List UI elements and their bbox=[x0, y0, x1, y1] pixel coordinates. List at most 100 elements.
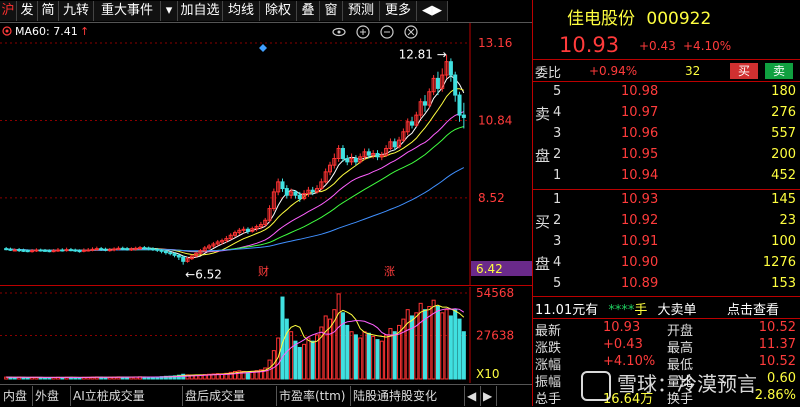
event-marker-finance[interactable]: 财 bbox=[258, 264, 269, 278]
big-order-price: 11.01 bbox=[535, 303, 573, 318]
book-vol: 1276 bbox=[762, 255, 796, 270]
candle-body bbox=[340, 147, 345, 160]
candle-body bbox=[137, 247, 143, 250]
eye-icon[interactable] bbox=[332, 27, 346, 37]
toolbar-item-3[interactable]: 九转 bbox=[59, 1, 94, 21]
volume-bar bbox=[358, 337, 363, 380]
candle-body bbox=[435, 77, 440, 89]
candle-body bbox=[461, 114, 466, 118]
toolbar-item-12[interactable]: 更多 bbox=[380, 1, 417, 21]
indicator-tab-6[interactable]: ◀ bbox=[464, 386, 481, 406]
book-price: 10.94 bbox=[621, 168, 659, 183]
volume-bar bbox=[392, 331, 397, 380]
book-lvl: 3 bbox=[553, 126, 562, 141]
candle-body bbox=[116, 247, 121, 250]
toolbar-item-1[interactable]: 发 bbox=[17, 1, 38, 21]
volume-bar bbox=[289, 331, 294, 380]
candle-body bbox=[64, 249, 69, 252]
plus-icon[interactable] bbox=[356, 25, 370, 39]
indicator-tab-3[interactable]: 盘后成交量 bbox=[182, 386, 277, 406]
volume-bar bbox=[440, 312, 445, 380]
minus-icon[interactable] bbox=[380, 25, 394, 39]
toolbar-item-5[interactable]: ▾ bbox=[161, 1, 178, 21]
candle-body bbox=[30, 250, 35, 253]
last-price: 10.93 bbox=[559, 33, 620, 57]
volume-bar bbox=[453, 309, 458, 380]
candle-body bbox=[94, 248, 99, 251]
indicator-tab-7[interactable]: ▶ bbox=[480, 386, 497, 406]
book-vol: 180 bbox=[771, 84, 796, 99]
candle-body bbox=[176, 254, 181, 258]
candle-body bbox=[181, 256, 186, 262]
book-vol: 23 bbox=[779, 213, 796, 228]
stat-v2: 0.60 bbox=[767, 371, 796, 386]
y-tick-label: 8.52 bbox=[478, 191, 505, 205]
volume-bar bbox=[362, 331, 367, 380]
toolbar-item-8[interactable]: 除权 bbox=[260, 1, 297, 21]
candle-body bbox=[73, 249, 78, 252]
candle-body bbox=[51, 250, 56, 253]
big-order-hand: 手 bbox=[634, 303, 648, 318]
buy-button[interactable]: 买 bbox=[730, 63, 758, 79]
book-lvl: 4 bbox=[553, 105, 562, 120]
volume-bar bbox=[353, 334, 358, 380]
volume-bar bbox=[448, 315, 453, 380]
candle-body bbox=[81, 249, 86, 252]
divider bbox=[533, 296, 800, 297]
volume-bar bbox=[366, 332, 371, 380]
candle-body bbox=[34, 249, 39, 252]
candle-body bbox=[60, 249, 65, 252]
candle-body bbox=[103, 248, 108, 251]
big-order-line[interactable]: 11.01元有 ****手 大卖单 bbox=[535, 299, 697, 318]
candlestick-chart[interactable]: MA60: 7.41 ↑ 13.16 10.84 8.52 6.42 12.81… bbox=[0, 23, 532, 285]
volume-bar bbox=[435, 306, 440, 380]
toolbar-item-7[interactable]: 均线 bbox=[223, 1, 260, 21]
volume-bar bbox=[297, 346, 302, 380]
indicator-tab-2[interactable]: AI立桩成交量 bbox=[70, 386, 183, 406]
volume-bar bbox=[379, 340, 384, 380]
close-icon[interactable] bbox=[404, 25, 418, 39]
big-order-link[interactable]: 点击查看 bbox=[727, 299, 779, 318]
candle-body bbox=[284, 188, 289, 196]
candle-body bbox=[142, 247, 147, 250]
toolbar-item-2[interactable]: 简 bbox=[38, 1, 59, 21]
toolbar-item-4[interactable]: 重大事件 bbox=[94, 1, 161, 21]
volume-bar bbox=[319, 326, 324, 380]
sell-button[interactable]: 卖 bbox=[765, 63, 793, 79]
toolbar-item-9[interactable]: 叠 bbox=[297, 1, 320, 21]
indicator-tab-1[interactable]: 外盘 bbox=[32, 386, 71, 406]
candle-body bbox=[77, 250, 82, 253]
volume-tick-label: 27638 bbox=[476, 328, 514, 342]
volume-bar bbox=[431, 299, 436, 380]
toolbar-item-10[interactable]: 窗 bbox=[320, 1, 343, 21]
weicha-value: 32 bbox=[685, 64, 701, 78]
book-price: 10.98 bbox=[621, 84, 659, 99]
book-price: 10.97 bbox=[621, 105, 659, 120]
ma60-arrow: ↑ bbox=[80, 25, 89, 38]
volume-chart[interactable]: 54568 27638 X10 bbox=[0, 286, 532, 383]
book-price: 10.91 bbox=[621, 234, 659, 249]
indicator-tab-0[interactable]: 内盘 bbox=[0, 386, 33, 406]
candle-body bbox=[4, 248, 9, 251]
book-lvl: 5 bbox=[553, 84, 562, 99]
toolbar-item-6[interactable]: 加自选 bbox=[178, 1, 223, 21]
indicator-tabs: 内盘 外盘 AI立桩成交量 盘后成交量 市盈率(ttm) 陆股通持股变化 ◀ ▶ bbox=[0, 384, 532, 407]
candle-body bbox=[155, 248, 160, 251]
stat-v2: 2.86% bbox=[754, 388, 796, 403]
book-price: 10.96 bbox=[621, 126, 659, 141]
book-lvl: 3 bbox=[553, 234, 562, 249]
toolbar-item-13[interactable]: ◀▶ bbox=[417, 1, 448, 21]
event-marker-rise[interactable]: 涨 bbox=[384, 265, 395, 278]
toolbar-item-0[interactable]: 沪 bbox=[0, 1, 17, 21]
candle-body bbox=[99, 248, 104, 251]
watermark-text: 雪球：冷漠预言 bbox=[617, 372, 757, 396]
book-price: 10.93 bbox=[621, 192, 659, 207]
big-order-label: 大卖单 bbox=[657, 303, 697, 318]
divider bbox=[533, 318, 800, 319]
stat-v2: 10.52 bbox=[758, 320, 796, 335]
indicator-tab-5[interactable]: 陆股通持股变化 bbox=[350, 386, 465, 406]
y-tick-label: 13.16 bbox=[478, 36, 512, 50]
indicator-tab-4[interactable]: 市盈率(ttm) bbox=[276, 386, 351, 406]
chart-tool-icons[interactable] bbox=[332, 25, 418, 39]
toolbar-item-11[interactable]: 预测 bbox=[343, 1, 380, 21]
